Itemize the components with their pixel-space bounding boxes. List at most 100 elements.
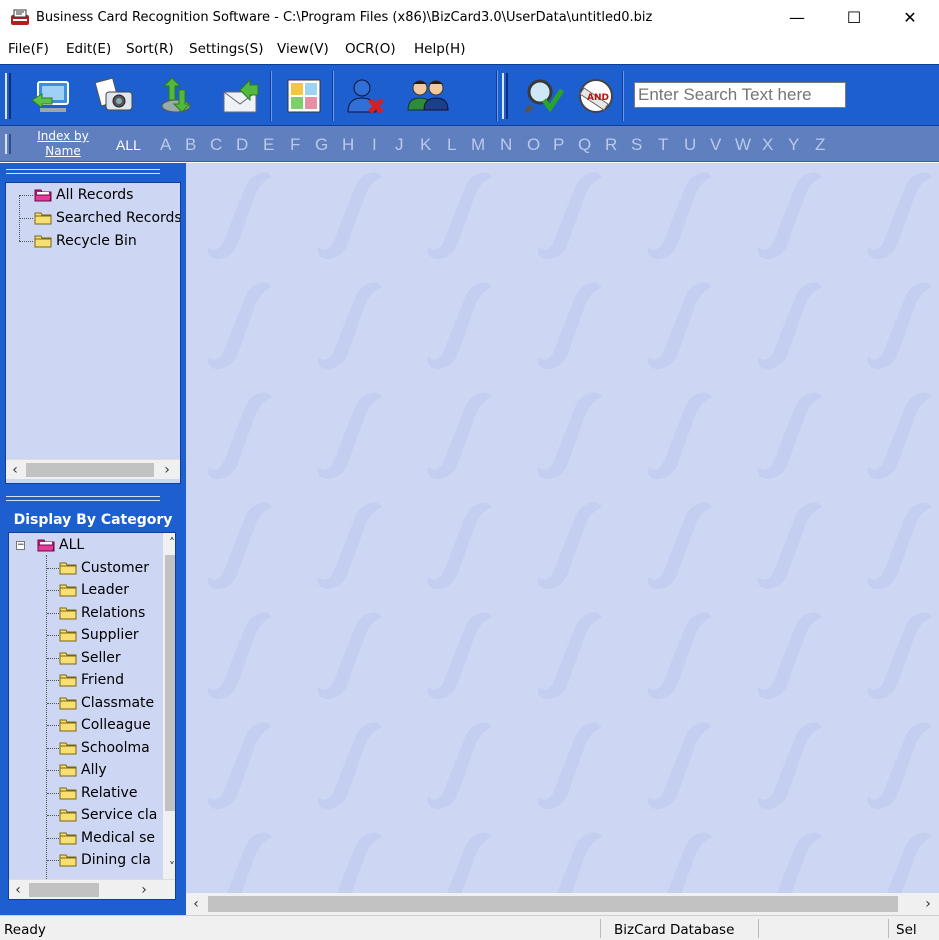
- records-tree-hscrollbar[interactable]: ‹ ›: [6, 459, 180, 479]
- delete-contact-button[interactable]: [340, 71, 392, 121]
- toolbar-grip[interactable]: [502, 73, 508, 119]
- scroll-left-arrow-icon[interactable]: ‹: [186, 893, 206, 915]
- toolbar-grip[interactable]: [5, 73, 11, 119]
- category-tree-hscrollbar[interactable]: ‹ ›: [9, 879, 175, 899]
- scroll-right-arrow-icon[interactable]: ›: [918, 893, 938, 915]
- alpha-letter[interactable]: O: [527, 135, 540, 155]
- alpha-letter[interactable]: A: [160, 135, 171, 155]
- alpha-letter[interactable]: V: [710, 135, 721, 155]
- tree-item-recycle-bin[interactable]: Recycle Bin: [34, 231, 137, 251]
- camera-capture-button[interactable]: [88, 71, 140, 121]
- alpha-letter[interactable]: Q: [578, 135, 591, 155]
- menu-sort[interactable]: Sort(R): [126, 41, 174, 57]
- maximize-button[interactable]: ☐: [826, 0, 882, 36]
- import-export-button[interactable]: [150, 71, 202, 121]
- category-label: Supplier: [81, 627, 139, 643]
- search-button[interactable]: [518, 71, 570, 121]
- alpha-letter[interactable]: X: [762, 135, 773, 155]
- category-item[interactable]: Supplier: [47, 625, 139, 645]
- menu-settings[interactable]: Settings(S): [189, 41, 263, 57]
- category-item[interactable]: Seller: [47, 648, 121, 668]
- scrollbar-thumb[interactable]: [26, 463, 154, 477]
- records-panel-grip[interactable]: [6, 169, 160, 174]
- and-search-icon: AND: [579, 79, 613, 113]
- category-item[interactable]: Customer: [47, 558, 149, 578]
- alpha-letter[interactable]: F: [290, 135, 300, 155]
- folder-icon: [59, 674, 77, 687]
- svg-text:AND: AND: [587, 93, 609, 103]
- menu-file[interactable]: File(F): [8, 41, 49, 57]
- category-item[interactable]: Relative: [47, 783, 137, 803]
- search-input[interactable]: [634, 82, 846, 108]
- scroll-right-arrow-icon[interactable]: ›: [135, 880, 153, 899]
- alpha-letter[interactable]: J: [395, 135, 404, 155]
- category-item[interactable]: Schoolma: [47, 738, 150, 758]
- menu-view[interactable]: View(V): [277, 41, 329, 57]
- scrollbar-thumb[interactable]: [165, 555, 175, 811]
- category-item[interactable]: Colleague: [47, 715, 151, 735]
- alpha-letter[interactable]: B: [185, 135, 196, 155]
- tree-item-searched-records[interactable]: Searched Records: [34, 208, 180, 228]
- scroll-left-arrow-icon[interactable]: ‹: [6, 460, 24, 480]
- tree-connector: [19, 195, 33, 196]
- background-watermark: [186, 163, 939, 893]
- alpha-letter[interactable]: L: [447, 135, 456, 155]
- alpha-letter[interactable]: H: [342, 135, 354, 155]
- alpha-letter[interactable]: Y: [788, 135, 799, 155]
- contacts-group-icon: [407, 80, 449, 111]
- alpha-letter[interactable]: C: [210, 135, 222, 155]
- category-item[interactable]: Classmate: [47, 693, 154, 713]
- scroll-left-arrow-icon[interactable]: ‹: [9, 880, 27, 899]
- scroll-right-arrow-icon[interactable]: ›: [158, 460, 176, 480]
- category-panel-grip[interactable]: [6, 496, 160, 501]
- alpha-letter[interactable]: N: [500, 135, 512, 155]
- folder-icon: [34, 212, 52, 225]
- scroll-up-arrow-icon[interactable]: ˄: [163, 533, 175, 553]
- menu-edit[interactable]: Edit(E): [66, 41, 111, 57]
- alpha-letter[interactable]: Z: [815, 135, 825, 155]
- alpha-letter[interactable]: U: [684, 135, 696, 155]
- alpha-letter[interactable]: K: [420, 135, 431, 155]
- alpha-letter[interactable]: T: [658, 135, 668, 155]
- scroll-down-arrow-icon[interactable]: ˅: [163, 857, 175, 877]
- menu-ocr[interactable]: OCR(O): [345, 41, 396, 57]
- alpha-letter[interactable]: D: [236, 135, 248, 155]
- category-item[interactable]: Medical se: [47, 828, 155, 848]
- alpha-letter[interactable]: I: [372, 135, 377, 155]
- category-item[interactable]: Friend: [47, 670, 124, 690]
- collapse-toggle-icon[interactable]: −: [16, 541, 25, 550]
- folder-icon: [59, 787, 77, 800]
- menu-help[interactable]: Help(H): [414, 41, 465, 57]
- category-item[interactable]: Ally: [47, 760, 107, 780]
- email-send-button[interactable]: [214, 71, 266, 121]
- category-item[interactable]: Relations: [47, 603, 145, 623]
- card-view-button[interactable]: [278, 71, 330, 121]
- alpha-letter[interactable]: W: [735, 135, 751, 155]
- category-item[interactable]: Service cla: [47, 805, 157, 825]
- alpha-letter[interactable]: M: [471, 135, 485, 155]
- index-by-name-button[interactable]: Index by Name: [36, 129, 90, 159]
- scrollbar-thumb[interactable]: [208, 896, 898, 912]
- scrollbar-thumb[interactable]: [29, 883, 99, 897]
- main-hscrollbar[interactable]: ‹ ›: [186, 893, 939, 915]
- alpha-letter[interactable]: S: [631, 135, 642, 155]
- minimize-button[interactable]: —: [769, 0, 825, 36]
- alpha-letter[interactable]: R: [605, 135, 617, 155]
- alpha-letter[interactable]: G: [315, 135, 328, 155]
- category-tree-vscrollbar[interactable]: ˄ ˅: [163, 533, 175, 879]
- alpha-letter[interactable]: P: [553, 135, 564, 155]
- and-search-button[interactable]: AND: [570, 71, 622, 121]
- folder-icon: [59, 584, 77, 597]
- category-item[interactable]: Leader: [47, 580, 129, 600]
- tree-item-category-all[interactable]: ALL: [37, 535, 84, 555]
- alpha-letter[interactable]: E: [263, 135, 274, 155]
- card-list-area[interactable]: [186, 163, 939, 893]
- alphabet-bar-grip[interactable]: [5, 134, 11, 154]
- alpha-all[interactable]: ALL: [116, 137, 141, 153]
- tree-item-label: All Records: [56, 187, 134, 203]
- category-item[interactable]: Dining cla: [47, 850, 151, 870]
- close-button[interactable]: ✕: [882, 0, 938, 36]
- tree-item-all-records[interactable]: All Records: [34, 185, 133, 205]
- contacts-group-button[interactable]: [402, 71, 454, 121]
- scan-card-button[interactable]: [24, 71, 76, 121]
